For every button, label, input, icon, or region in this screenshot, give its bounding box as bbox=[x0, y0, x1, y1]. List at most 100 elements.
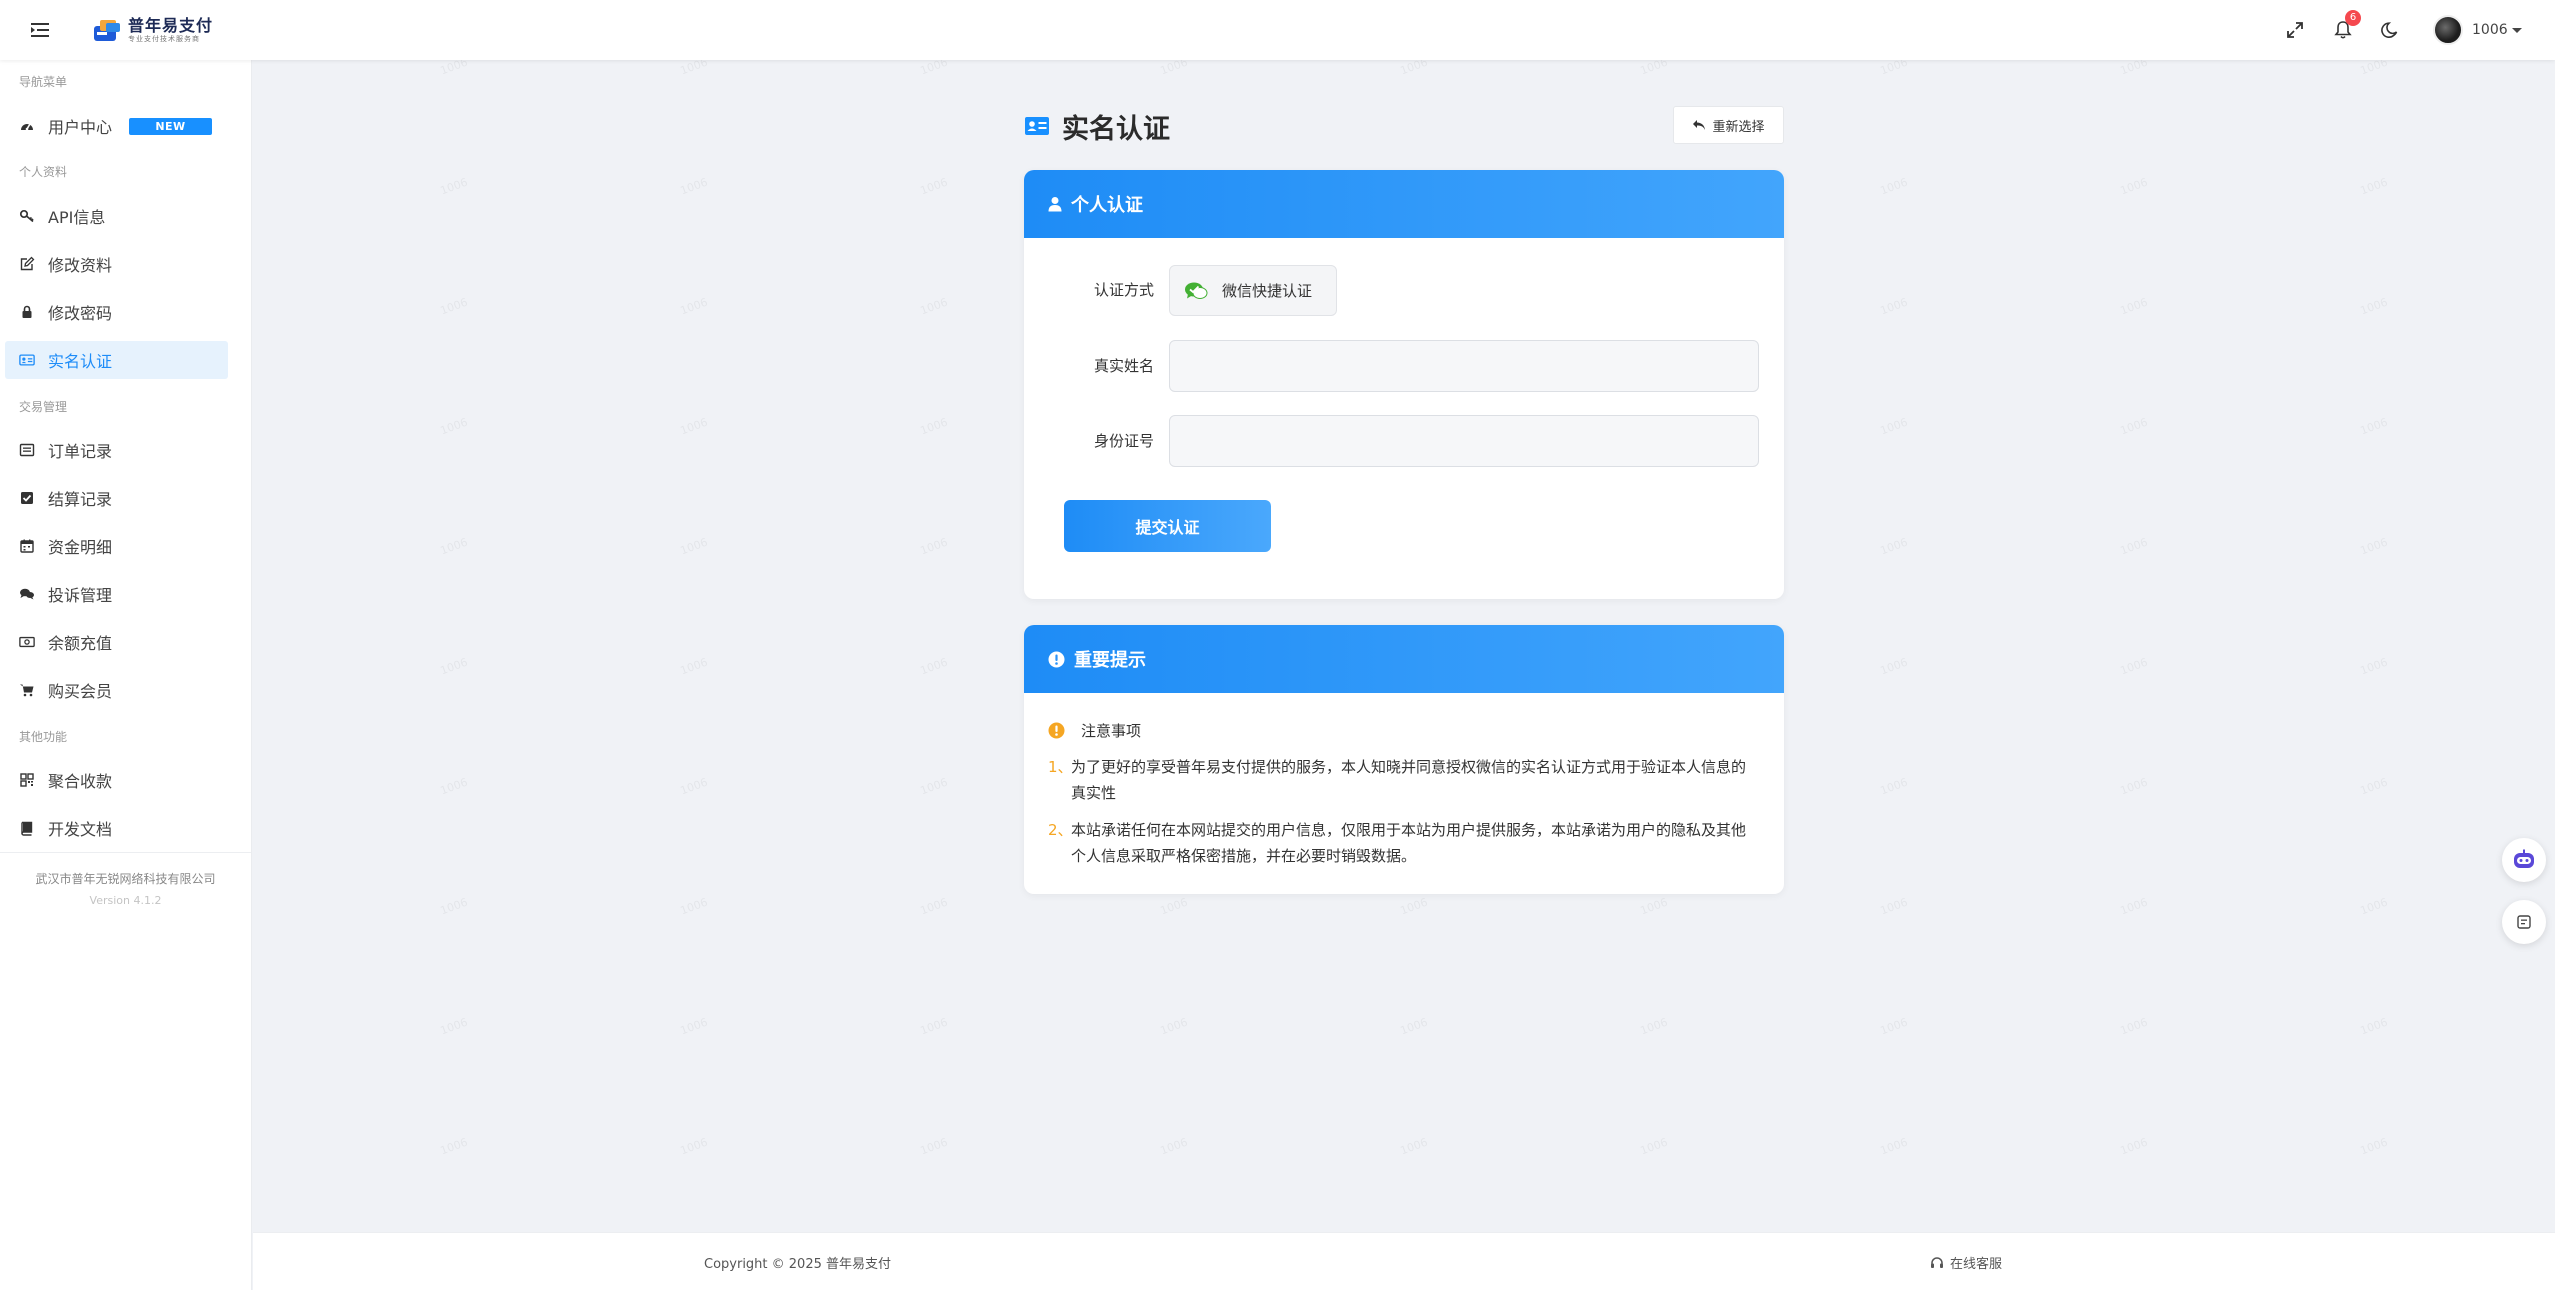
watermark-text: 1006 bbox=[1158, 1135, 1190, 1158]
sidebar-item-label: 余额充值 bbox=[48, 634, 113, 653]
personal-auth-card: 个人认证 认证方式 微信快捷认证 真实姓名 身份证号 提交认证 bbox=[1024, 170, 1784, 599]
watermark-text: 1006 bbox=[1878, 295, 1910, 318]
card-header: 重要提示 bbox=[1024, 625, 1784, 693]
sidebar-item-edit-profile[interactable]: 修改资料 bbox=[5, 245, 228, 283]
watermark-text: 1006 bbox=[2118, 1015, 2150, 1038]
logo-title: 普年易支付 bbox=[128, 15, 214, 35]
watermark-text: 1006 bbox=[438, 1135, 470, 1158]
book-icon bbox=[19, 820, 35, 836]
notice-item: 1、 为了更好的享受普年易支付提供的服务，本人知晓并同意授权微信的实名认证方式用… bbox=[1048, 754, 1758, 806]
avatar bbox=[2433, 15, 2463, 45]
sidebar-item-buy-membership[interactable]: 购买会员 bbox=[5, 671, 228, 709]
fullscreen-button[interactable] bbox=[2281, 16, 2309, 44]
nav-group-title: 导航菜单 bbox=[19, 75, 68, 89]
card-header: 个人认证 bbox=[1024, 170, 1784, 238]
notification-button[interactable]: 6 bbox=[2329, 10, 2361, 44]
sidebar-item-fund-details[interactable]: 资金明细 bbox=[5, 527, 228, 565]
nav-group-title: 其他功能 bbox=[19, 730, 68, 744]
watermark-text: 1006 bbox=[1638, 1135, 1670, 1158]
watermark-text: 1006 bbox=[1398, 1015, 1430, 1038]
sidebar-item-user-center[interactable]: 用户中心 NEW bbox=[5, 107, 228, 145]
watermark-text: 1006 bbox=[438, 535, 470, 558]
cart-icon bbox=[19, 682, 35, 698]
watermark-text: 1006 bbox=[2358, 655, 2390, 678]
sidebar: 导航菜单 用户中心 NEW 个人资料 API信息 修改资料 修改密码 实名认证 … bbox=[0, 60, 252, 1290]
watermark-text: 1006 bbox=[678, 415, 710, 438]
sidebar-item-real-name-auth[interactable]: 实名认证 bbox=[5, 341, 228, 379]
watermark-text: 1006 bbox=[678, 175, 710, 198]
watermark-text: 1006 bbox=[438, 415, 470, 438]
watermark-text: 1006 bbox=[2358, 295, 2390, 318]
exclamation-circle-icon bbox=[1048, 651, 1065, 667]
money-icon bbox=[19, 634, 35, 650]
watermark-text: 1006 bbox=[438, 775, 470, 798]
watermark-text: 1006 bbox=[2358, 775, 2390, 798]
notification-count-badge: 6 bbox=[2345, 10, 2361, 26]
copyright-text: Copyright © 2025 普年易支付 bbox=[704, 1257, 892, 1272]
watermark-text: 1006 bbox=[1878, 775, 1910, 798]
notice-text: 本站承诺任何在本网站提交的用户信息，仅限用于本站为用户提供服务，本站承诺为用户的… bbox=[1071, 821, 1747, 865]
watermark-text: 1006 bbox=[1878, 895, 1910, 918]
important-notice-card: 重要提示 注意事项 1、 为了更好的享受普年易支付提供的服务，本人知晓并同意授权… bbox=[1024, 625, 1784, 894]
headset-icon bbox=[1931, 1256, 1943, 1268]
sidebar-item-label: 修改密码 bbox=[48, 304, 113, 323]
dark-mode-toggle[interactable] bbox=[2376, 16, 2404, 44]
sidebar-item-aggregate-payment[interactable]: 聚合收款 bbox=[5, 761, 228, 799]
watermark-text: 1006 bbox=[678, 535, 710, 558]
watermark-text: 1006 bbox=[438, 295, 470, 318]
sidebar-item-settlements[interactable]: 结算记录 bbox=[5, 479, 228, 517]
notice-number: 2、 bbox=[1048, 821, 1073, 839]
warning-circle-icon bbox=[1048, 722, 1065, 739]
menu-toggle-button[interactable] bbox=[28, 18, 52, 42]
watermark-text: 1006 bbox=[918, 535, 950, 558]
comments-icon bbox=[19, 586, 35, 602]
notice-item: 2、 本站承诺任何在本网站提交的用户信息，仅限用于本站为用户提供服务，本站承诺为… bbox=[1048, 817, 1758, 869]
sidebar-item-dev-docs[interactable]: 开发文档 bbox=[5, 809, 228, 847]
online-support-link[interactable]: 在线客服 bbox=[1930, 1253, 2002, 1272]
new-badge: NEW bbox=[129, 117, 213, 135]
auth-method-label: 认证方式 bbox=[1093, 281, 1154, 299]
reply-icon bbox=[1693, 120, 1706, 130]
watermark-text: 1006 bbox=[2118, 535, 2150, 558]
watermark-text: 1006 bbox=[2118, 655, 2150, 678]
sidebar-item-orders[interactable]: 订单记录 bbox=[5, 431, 228, 469]
company-name: 武汉市普年无锐网络科技有限公司 bbox=[35, 872, 216, 886]
sidebar-item-api-info[interactable]: API信息 bbox=[5, 197, 228, 235]
watermark-text: 1006 bbox=[2358, 415, 2390, 438]
watermark-text: 1006 bbox=[678, 1015, 710, 1038]
sidebar-item-change-password[interactable]: 修改密码 bbox=[5, 293, 228, 331]
list-icon bbox=[19, 442, 35, 458]
notice-subheading: 注意事项 bbox=[1048, 720, 1141, 741]
card-title: 重要提示 bbox=[1074, 650, 1146, 671]
sidebar-item-label: 修改资料 bbox=[48, 256, 113, 275]
submit-auth-button[interactable]: 提交认证 bbox=[1064, 500, 1271, 552]
online-support-label: 在线客服 bbox=[1950, 1257, 2003, 1272]
wechat-auth-method-button[interactable]: 微信快捷认证 bbox=[1169, 265, 1337, 316]
caret-down-icon bbox=[2511, 27, 2522, 33]
watermark-text: 1006 bbox=[2358, 895, 2390, 918]
robot-icon bbox=[2514, 849, 2534, 868]
id-number-input[interactable] bbox=[1169, 415, 1759, 467]
reselect-button[interactable]: 重新选择 bbox=[1673, 106, 1784, 144]
sidebar-item-label: 结算记录 bbox=[48, 490, 113, 509]
feedback-button[interactable] bbox=[2502, 900, 2546, 944]
watermark-text: 1006 bbox=[918, 415, 950, 438]
logo-subtitle: 专业支付技术服务商 bbox=[128, 34, 200, 43]
user-menu[interactable]: 1006 bbox=[2433, 14, 2522, 46]
watermark-text: 1006 bbox=[918, 295, 950, 318]
wechat-icon bbox=[1185, 282, 1208, 299]
sidebar-item-recharge[interactable]: 余额充值 bbox=[5, 623, 228, 661]
watermark-text: 1006 bbox=[1398, 895, 1430, 918]
lock-icon bbox=[19, 304, 35, 320]
ai-assistant-button[interactable] bbox=[2502, 838, 2546, 882]
brand-logo[interactable]: 普年易支付 专业支付技术服务商 bbox=[92, 12, 213, 48]
sidebar-item-complaints[interactable]: 投诉管理 bbox=[5, 575, 228, 613]
real-name-input[interactable] bbox=[1169, 340, 1759, 392]
reselect-label: 重新选择 bbox=[1712, 119, 1765, 135]
watermark-text: 1006 bbox=[1158, 1015, 1190, 1038]
watermark-text: 1006 bbox=[2118, 895, 2150, 918]
watermark-text: 1006 bbox=[678, 655, 710, 678]
watermark-text: 1006 bbox=[2358, 1015, 2390, 1038]
expand-icon bbox=[2287, 22, 2303, 38]
watermark-text: 1006 bbox=[1158, 895, 1190, 918]
